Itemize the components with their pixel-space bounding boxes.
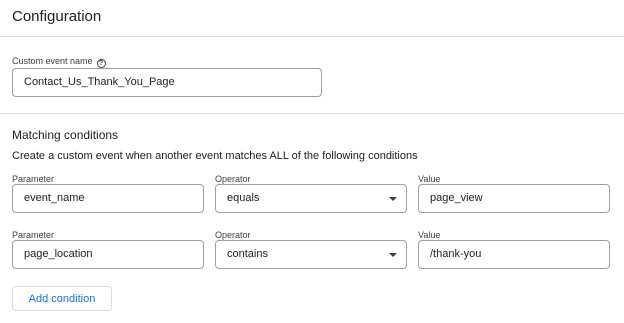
config-header: Configuration — [0, 0, 624, 37]
operator-value: equals — [227, 192, 260, 204]
section-divider — [0, 113, 624, 114]
page-title: Configuration — [12, 8, 102, 25]
matching-conditions-description: Create a custom event when another event… — [12, 150, 418, 162]
value-input[interactable]: /thank-you — [418, 240, 610, 269]
custom-event-name-label-row: Custom event name? — [12, 56, 106, 68]
value-value: /thank-you — [430, 248, 482, 260]
parameter-input[interactable]: page_location — [12, 240, 204, 269]
help-icon[interactable]: ? — [96, 59, 106, 68]
custom-event-name-label: Custom event name — [12, 56, 93, 66]
add-condition-button[interactable]: Add condition — [12, 286, 112, 311]
value-input[interactable]: page_view — [418, 184, 610, 213]
value-label: Value — [418, 230, 441, 240]
operator-label: Operator — [215, 174, 251, 184]
custom-event-name-input[interactable]: Contact_Us_Thank_You_Page — [12, 68, 322, 97]
value-label: Value — [418, 174, 441, 184]
parameter-value: page_location — [24, 248, 93, 260]
matching-conditions-title: Matching conditions — [12, 128, 119, 142]
parameter-value: event_name — [24, 192, 85, 204]
custom-event-name-value: Contact_Us_Thank_You_Page — [24, 76, 175, 88]
parameter-input[interactable]: event_name — [12, 184, 204, 213]
operator-label: Operator — [215, 230, 251, 240]
value-value: page_view — [430, 192, 483, 204]
dropdown-caret-icon — [389, 197, 397, 201]
parameter-label: Parameter — [12, 174, 55, 184]
operator-select[interactable]: equals — [215, 184, 407, 213]
operator-value: contains — [227, 248, 268, 260]
operator-select[interactable]: contains — [215, 240, 407, 269]
dropdown-caret-icon — [389, 253, 397, 257]
parameter-label: Parameter — [12, 230, 55, 240]
